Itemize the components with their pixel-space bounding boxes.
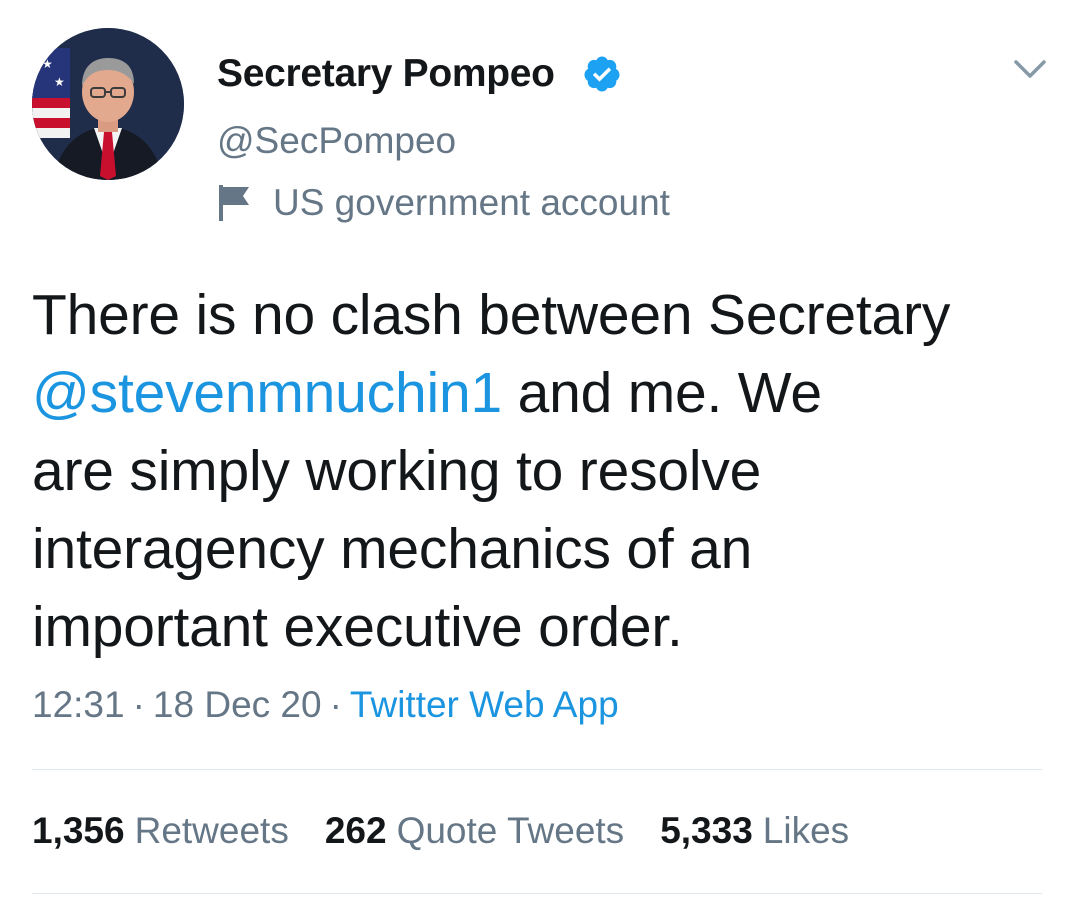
tweet-text-line: interagency mechanics of an <box>32 510 1042 588</box>
engagement-stats: 1,356 Retweets 262 Quote Tweets 5,333 Likes <box>32 810 885 852</box>
svg-text:★: ★ <box>42 57 53 71</box>
tweet-date[interactable]: 18 Dec 20 <box>153 684 322 725</box>
quote-tweets-count: 262 <box>324 810 387 851</box>
likes-stat[interactable]: 5,333 Likes <box>660 810 849 852</box>
tweet-text-line: important executive order. <box>32 588 1042 666</box>
government-account-label: US government account <box>217 182 670 224</box>
tweet-text-segment: important executive order. <box>32 595 683 659</box>
likes-count: 5,333 <box>660 810 753 851</box>
mention-link[interactable]: @stevenmnuchin1 <box>32 361 502 425</box>
separator: · <box>132 684 145 725</box>
tweet-text-segment: are simply working to resolve <box>32 439 762 503</box>
tweet-metadata: 12:31 · 18 Dec 20 · Twitter Web App <box>32 684 619 726</box>
tweet-text-segment: There is no clash between Secretary <box>32 283 951 347</box>
svg-text:★: ★ <box>54 75 65 89</box>
retweets-count: 1,356 <box>32 810 125 851</box>
quote-tweets-label: Quote Tweets <box>396 810 625 851</box>
separator: · <box>329 684 342 725</box>
tweet-text-line: are simply working to resolve <box>32 432 1042 510</box>
tweet-text-segment: and me. We <box>501 361 822 425</box>
avatar[interactable]: ★ ★ <box>32 28 184 180</box>
retweets-label: Retweets <box>134 810 289 851</box>
divider <box>32 893 1042 894</box>
display-name[interactable]: Secretary Pompeo <box>217 52 555 96</box>
likes-label: Likes <box>762 810 850 851</box>
divider <box>32 769 1042 770</box>
chevron-down-icon[interactable] <box>1010 52 1050 88</box>
retweets-stat[interactable]: 1,356 Retweets <box>32 810 289 852</box>
government-account-text: US government account <box>273 182 670 223</box>
tweet-text-segment: interagency mechanics of an <box>32 517 753 581</box>
tweet-time[interactable]: 12:31 <box>32 684 125 725</box>
tweet-text-line: There is no clash between Secretary <box>32 276 1042 354</box>
tweet-source-link[interactable]: Twitter Web App <box>350 684 619 725</box>
user-handle[interactable]: @SecPompeo <box>217 120 456 162</box>
flag-icon <box>219 185 249 221</box>
tweet-text: There is no clash between Secretary @ste… <box>32 276 1042 666</box>
verified-badge-icon <box>584 56 620 92</box>
avatar-image: ★ ★ <box>32 28 184 180</box>
tweet-text-line: @stevenmnuchin1 and me. We <box>32 354 1042 432</box>
tweet-card: ★ ★ Secretary Pompeo @SecPompeo US gover… <box>0 0 1077 902</box>
quote-tweets-stat[interactable]: 262 Quote Tweets <box>325 810 624 852</box>
